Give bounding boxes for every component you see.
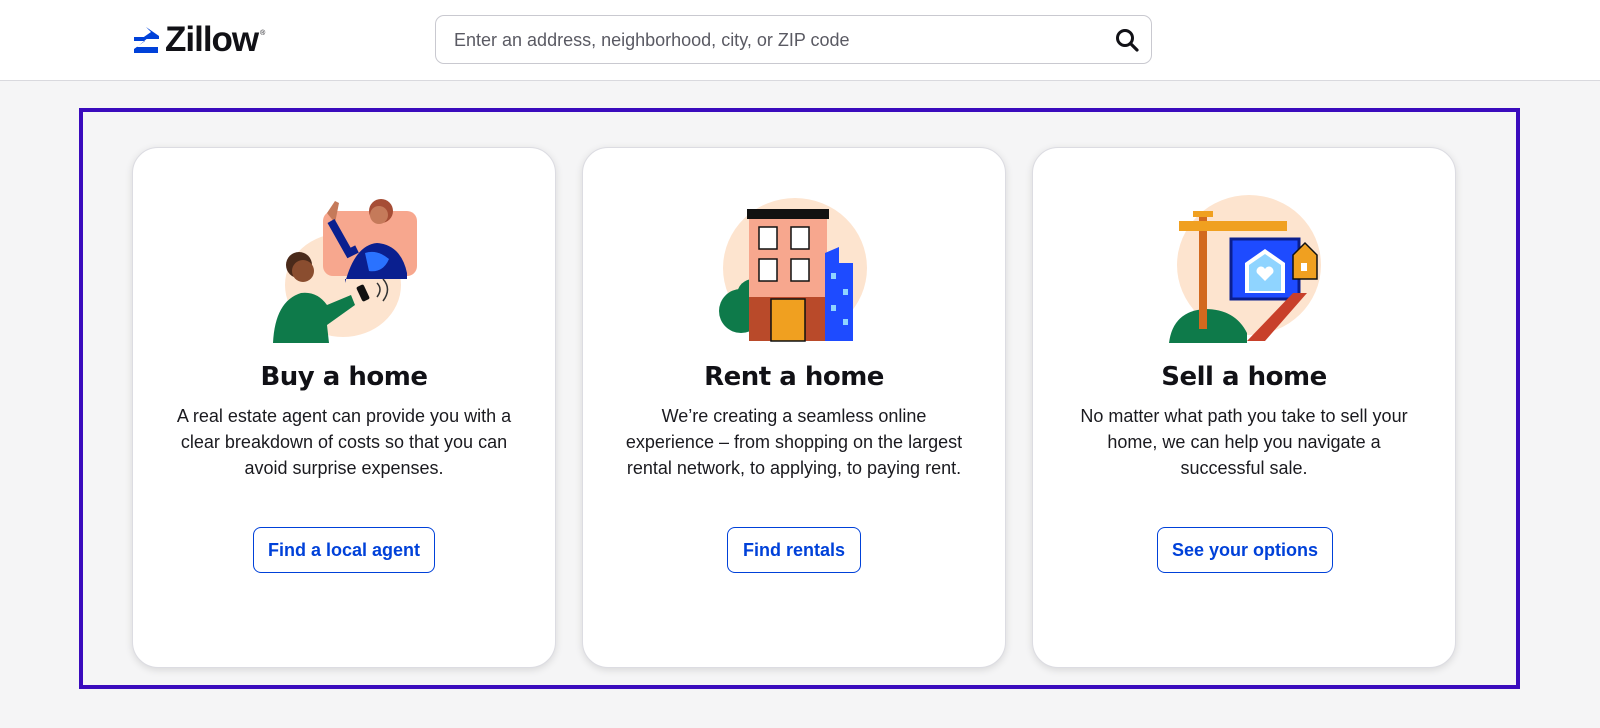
buy-home-card: Buy a home A real estate agent can provi… [132,147,556,668]
find-rentals-button[interactable]: Find rentals [727,527,861,573]
apartment-building-illustration [719,198,867,342]
search-box [435,15,1152,65]
card-title: Sell a home [1161,362,1327,392]
agent-video-call-illustration [273,199,417,343]
find-local-agent-button[interactable]: Find a local agent [253,527,435,573]
search-input[interactable] [452,16,1096,65]
zillow-logo[interactable]: Zillow ® [131,22,265,58]
card-title: Rent a home [704,362,884,392]
site-header: Zillow ® [0,0,1600,81]
sell-home-card: Sell a home No matter what path you take… [1032,147,1456,668]
card-description: We’re creating a seamless online experie… [625,406,963,478]
see-your-options-button[interactable]: See your options [1157,527,1333,573]
for-sale-sign-illustration [1169,195,1321,343]
registered-mark: ® [260,30,266,37]
rent-home-card: Rent a home We’re creating a seamless on… [582,147,1006,668]
search-button[interactable] [1113,26,1141,54]
card-description: A real estate agent can provide you with… [176,406,512,478]
search-icon [1116,29,1139,52]
card-title: Buy a home [260,362,428,392]
zillow-logo-icon [134,27,159,53]
zillow-logo-text: Zillow [165,20,259,59]
card-description: No matter what path you take to sell you… [1080,406,1408,478]
